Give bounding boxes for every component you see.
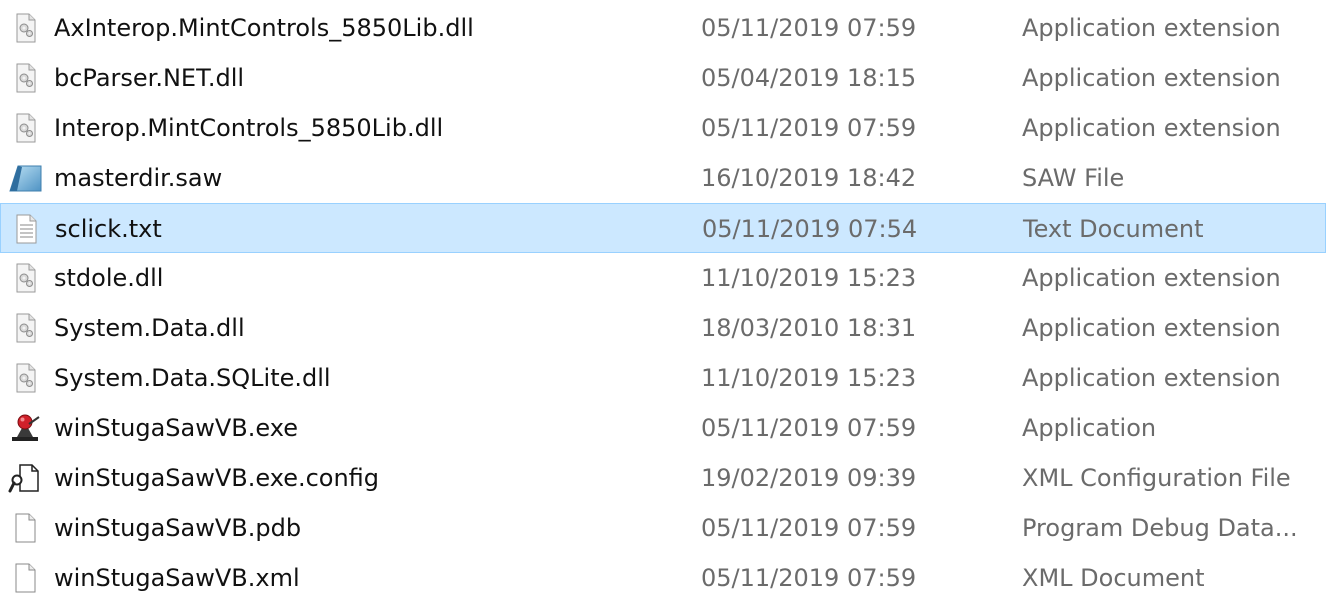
file-date-modified: 05/11/2019 07:59 bbox=[701, 514, 917, 542]
file-name: winStugaSawVB.exe.config bbox=[54, 464, 380, 492]
dll-icon bbox=[8, 113, 42, 143]
file-name: System.Data.dll bbox=[54, 314, 245, 342]
file-row[interactable]: winStugaSawVB.exe.config 19/02/2019 09:3… bbox=[0, 453, 1326, 503]
file-name: masterdir.saw bbox=[54, 164, 223, 192]
file-date-modified: 19/02/2019 09:39 bbox=[701, 464, 917, 492]
file-type: XML Document bbox=[1022, 564, 1205, 592]
config-file-icon bbox=[8, 463, 42, 493]
file-date-modified: 16/10/2019 18:42 bbox=[701, 164, 917, 192]
file-row[interactable]: Interop.MintControls_5850Lib.dll 05/11/2… bbox=[0, 103, 1326, 153]
file-row[interactable]: stdole.dll 11/10/2019 15:23 Application … bbox=[0, 253, 1326, 303]
file-date-modified: 05/11/2019 07:59 bbox=[701, 114, 917, 142]
file-name: Interop.MintControls_5850Lib.dll bbox=[54, 114, 444, 142]
application-icon bbox=[8, 413, 42, 443]
file-row-selected[interactable]: sclick.txt 05/11/2019 07:54 Text Documen… bbox=[0, 203, 1326, 253]
file-date-modified: 05/11/2019 07:59 bbox=[701, 414, 917, 442]
file-name: stdole.dll bbox=[54, 264, 164, 292]
file-type: Application extension bbox=[1022, 314, 1281, 342]
file-list: AxInterop.MintControls_5850Lib.dll 05/11… bbox=[0, 0, 1326, 599]
file-type: Application extension bbox=[1022, 364, 1281, 392]
file-date-modified: 18/03/2010 18:31 bbox=[701, 314, 917, 342]
file-row[interactable]: System.Data.SQLite.dll 11/10/2019 15:23 … bbox=[0, 353, 1326, 403]
file-name: AxInterop.MintControls_5850Lib.dll bbox=[54, 14, 474, 42]
file-date-modified: 05/11/2019 07:59 bbox=[701, 564, 917, 592]
file-row[interactable]: bcParser.NET.dll 05/04/2019 18:15 Applic… bbox=[0, 53, 1326, 103]
blank-file-icon bbox=[8, 513, 42, 543]
file-date-modified: 05/04/2019 18:15 bbox=[701, 64, 917, 92]
file-name: winStugaSawVB.pdb bbox=[54, 514, 302, 542]
file-type: SAW File bbox=[1022, 164, 1125, 192]
file-name: bcParser.NET.dll bbox=[54, 64, 245, 92]
file-name: sclick.txt bbox=[55, 215, 162, 243]
file-type: Application extension bbox=[1022, 64, 1281, 92]
dll-icon bbox=[8, 313, 42, 343]
file-type: Application extension bbox=[1022, 114, 1281, 142]
dll-icon bbox=[8, 363, 42, 393]
file-type: Text Document bbox=[1023, 215, 1204, 243]
file-name: winStugaSawVB.xml bbox=[54, 564, 300, 592]
dll-icon bbox=[8, 263, 42, 293]
file-row[interactable]: winStugaSawVB.pdb 05/11/2019 07:59 Progr… bbox=[0, 503, 1326, 553]
file-name: System.Data.SQLite.dll bbox=[54, 364, 331, 392]
file-row[interactable]: winStugaSawVB.exe 05/11/2019 07:59 Appli… bbox=[0, 403, 1326, 453]
dll-icon bbox=[8, 13, 42, 43]
file-date-modified: 05/11/2019 07:54 bbox=[702, 215, 918, 243]
blank-file-icon bbox=[8, 563, 42, 593]
file-type: Application extension bbox=[1022, 14, 1281, 42]
file-type: Application bbox=[1022, 414, 1157, 442]
file-row[interactable]: System.Data.dll 18/03/2010 18:31 Applica… bbox=[0, 303, 1326, 353]
file-date-modified: 11/10/2019 15:23 bbox=[701, 364, 917, 392]
file-row[interactable]: winStugaSawVB.xml 05/11/2019 07:59 XML D… bbox=[0, 553, 1326, 603]
file-type: Application extension bbox=[1022, 264, 1281, 292]
dll-icon bbox=[8, 63, 42, 93]
file-row[interactable]: masterdir.saw 16/10/2019 18:42 SAW File bbox=[0, 153, 1326, 203]
file-date-modified: 11/10/2019 15:23 bbox=[701, 264, 917, 292]
file-type: Program Debug Data... bbox=[1022, 514, 1298, 542]
file-date-modified: 05/11/2019 07:59 bbox=[701, 14, 917, 42]
file-type: XML Configuration File bbox=[1022, 464, 1291, 492]
saw-file-icon bbox=[8, 163, 42, 193]
text-file-icon bbox=[9, 214, 43, 244]
file-name: winStugaSawVB.exe bbox=[54, 414, 298, 442]
file-row[interactable]: AxInterop.MintControls_5850Lib.dll 05/11… bbox=[0, 3, 1326, 53]
